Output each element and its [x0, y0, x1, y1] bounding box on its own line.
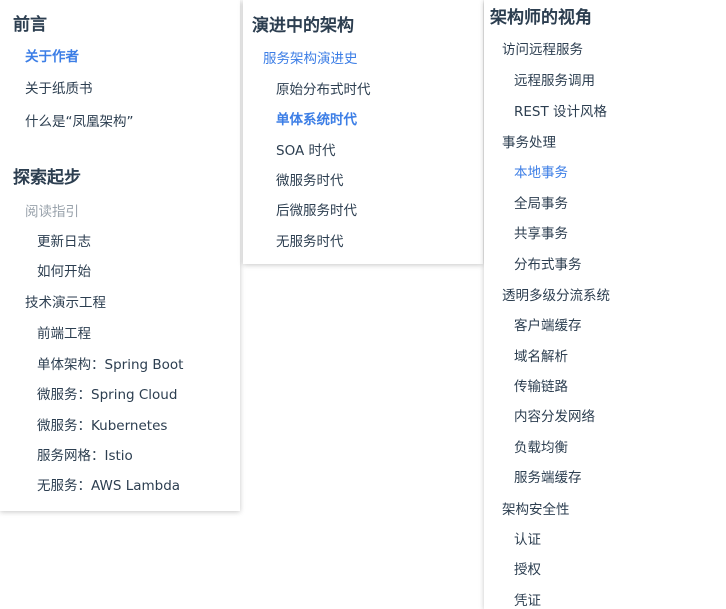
section-title-evolution: 演进中的架构 — [252, 16, 354, 36]
nav-item-serverless[interactable]: 无服务时代 — [276, 233, 344, 251]
section-title-architect-view: 架构师的视角 — [490, 8, 592, 28]
nav-item-soa[interactable]: SOA 时代 — [276, 142, 335, 160]
nav-item-about-book[interactable]: 关于纸质书 — [25, 80, 93, 98]
nav-item-about-author[interactable]: 关于作者 — [25, 48, 79, 66]
nav-item-authentication[interactable]: 认证 — [514, 531, 541, 549]
nav-item-frontend[interactable]: 前端工程 — [37, 325, 91, 343]
nav-item-credentials[interactable]: 凭证 — [514, 592, 541, 609]
nav-item-dns[interactable]: 域名解析 — [514, 348, 568, 366]
nav-item-client-cache[interactable]: 客户端缓存 — [514, 317, 582, 335]
nav-item-microservices[interactable]: 微服务时代 — [276, 172, 344, 190]
nav-item-distributed-transaction[interactable]: 分布式事务 — [514, 256, 582, 274]
nav-item-reading-guide[interactable]: 阅读指引 — [25, 203, 79, 221]
nav-item-server-cache[interactable]: 服务端缓存 — [514, 469, 582, 487]
nav-item-security[interactable]: 架构安全性 — [502, 501, 570, 519]
nav-item-arch-history[interactable]: 服务架构演进史 — [263, 50, 358, 68]
nav-item-authorization[interactable]: 授权 — [514, 561, 541, 579]
section-title-preface: 前言 — [13, 15, 47, 35]
nav-item-transactions[interactable]: 事务处理 — [502, 134, 556, 152]
nav-item-shared-transaction[interactable]: 共享事务 — [514, 225, 568, 243]
nav-item-local-transaction[interactable]: 本地事务 — [514, 164, 568, 182]
nav-item-load-balancing[interactable]: 负载均衡 — [514, 439, 568, 457]
nav-item-spring-cloud[interactable]: 微服务：Spring Cloud — [37, 386, 177, 404]
nav-item-transmission[interactable]: 传输链路 — [514, 378, 568, 396]
nav-item-traffic-diversion[interactable]: 透明多级分流系统 — [502, 287, 610, 305]
nav-item-changelog[interactable]: 更新日志 — [37, 233, 91, 251]
nav-item-istio[interactable]: 服务网格：Istio — [37, 447, 133, 465]
nav-item-global-transaction[interactable]: 全局事务 — [514, 195, 568, 213]
nav-item-primitive-distributed[interactable]: 原始分布式时代 — [276, 81, 371, 99]
sidebar-dropdown-panel-3: 架构师的视角 访问远程服务 远程服务调用 REST 设计风格 事务处理 本地事务… — [484, 0, 726, 609]
nav-item-what-is-phoenix[interactable]: 什么是“凤凰架构” — [25, 113, 134, 131]
nav-item-aws-lambda[interactable]: 无服务：AWS Lambda — [37, 477, 180, 495]
nav-item-post-microservices[interactable]: 后微服务时代 — [276, 202, 357, 220]
nav-item-cdn[interactable]: 内容分发网络 — [514, 408, 595, 426]
nav-item-rest[interactable]: REST 设计风格 — [514, 103, 607, 121]
nav-item-kubernetes[interactable]: 微服务：Kubernetes — [37, 417, 167, 435]
nav-item-monolith[interactable]: 单体系统时代 — [276, 111, 357, 129]
nav-item-rpc[interactable]: 远程服务调用 — [514, 72, 595, 90]
nav-item-remote-services[interactable]: 访问远程服务 — [502, 41, 583, 59]
nav-item-spring-boot[interactable]: 单体架构：Spring Boot — [37, 356, 183, 374]
sidebar-dropdown-panel-1: 前言 关于作者 关于纸质书 什么是“凤凰架构” 探索起步 阅读指引 更新日志 如… — [0, 0, 240, 511]
sidebar-dropdown-panel-2: 演进中的架构 服务架构演进史 原始分布式时代 单体系统时代 SOA 时代 微服务… — [243, 0, 483, 264]
nav-item-how-to-start[interactable]: 如何开始 — [37, 263, 91, 281]
section-title-getting-started: 探索起步 — [13, 168, 81, 188]
nav-item-demo-projects[interactable]: 技术演示工程 — [25, 294, 106, 312]
